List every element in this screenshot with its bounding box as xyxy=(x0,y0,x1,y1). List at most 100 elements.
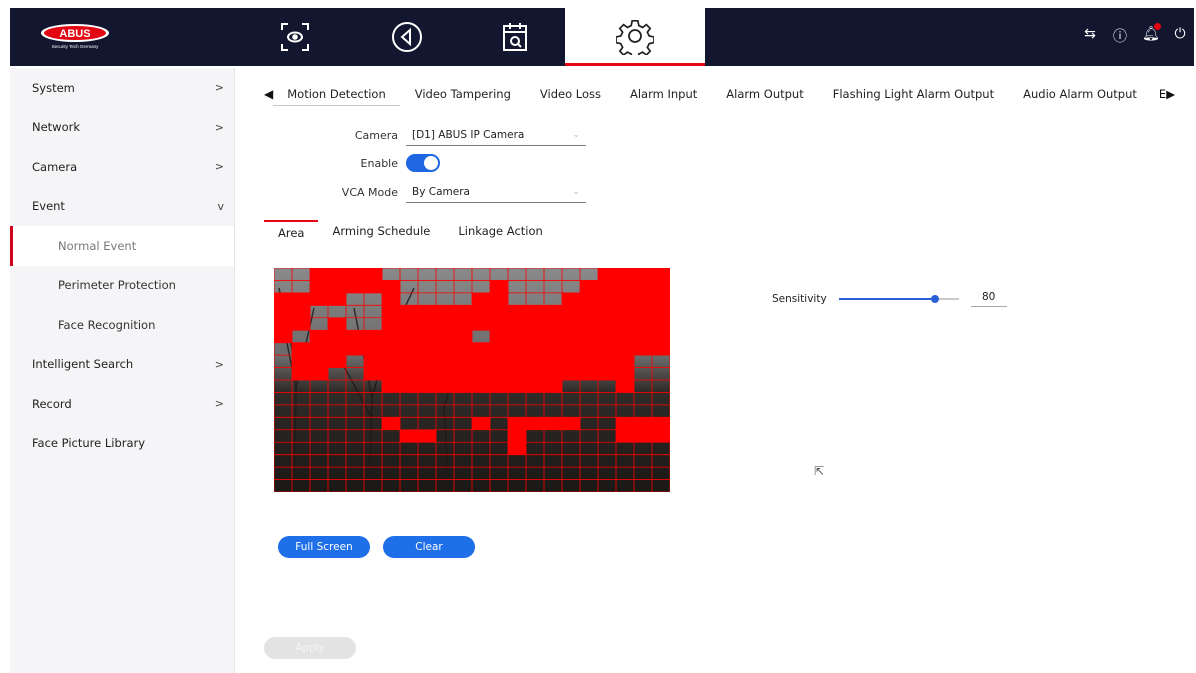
motion-cell-selected[interactable] xyxy=(490,292,509,306)
motion-cell-selected[interactable] xyxy=(436,330,455,343)
motion-cell-selected[interactable] xyxy=(328,330,347,343)
motion-cell-selected[interactable] xyxy=(652,305,670,319)
motion-cell-selected[interactable] xyxy=(310,292,329,306)
motion-cell-selected[interactable] xyxy=(328,317,347,331)
tab-alarm-output[interactable]: Alarm Output xyxy=(726,83,803,105)
subtab-arming-schedule[interactable]: Arming Schedule xyxy=(318,220,444,244)
motion-cell-selected[interactable] xyxy=(472,342,491,356)
tab-audio-alarm-output[interactable]: Audio Alarm Output xyxy=(1023,83,1137,105)
motion-cell-selected[interactable] xyxy=(616,380,635,393)
vca-mode-select[interactable]: By Camera ⌄ xyxy=(406,181,586,203)
motion-cell-selected[interactable] xyxy=(292,367,311,381)
motion-cell-selected[interactable] xyxy=(310,280,329,294)
motion-area-canvas[interactable] xyxy=(274,268,670,492)
motion-cell-selected[interactable] xyxy=(382,292,401,306)
motion-cell-selected[interactable] xyxy=(454,330,473,343)
motion-cell-selected[interactable] xyxy=(382,330,401,343)
sidebar-item-system[interactable]: System > xyxy=(10,68,234,108)
motion-cell-selected[interactable] xyxy=(328,292,347,306)
motion-cell-selected[interactable] xyxy=(526,355,545,368)
sensitivity-slider[interactable] xyxy=(838,295,959,303)
info-icon[interactable]: ⓘ xyxy=(1112,26,1128,45)
motion-cell-selected[interactable] xyxy=(490,317,509,331)
motion-cell-selected[interactable] xyxy=(544,380,563,393)
motion-cell-selected[interactable] xyxy=(526,342,545,356)
motion-cell-selected[interactable] xyxy=(652,342,670,356)
motion-cell-selected[interactable] xyxy=(598,330,617,343)
motion-cell-selected[interactable] xyxy=(544,417,563,431)
tab-alarm-input[interactable]: Alarm Input xyxy=(630,83,697,105)
power-icon[interactable]: ⏻ xyxy=(1172,26,1188,44)
motion-cell-selected[interactable] xyxy=(562,330,581,343)
motion-cell-selected[interactable] xyxy=(328,355,347,368)
motion-cell-selected[interactable] xyxy=(400,367,419,381)
motion-cell-selected[interactable] xyxy=(346,330,365,343)
motion-cell-selected[interactable] xyxy=(634,305,653,319)
transfer-icon[interactable]: ⇆ xyxy=(1082,26,1098,44)
motion-cell-selected[interactable] xyxy=(508,305,527,319)
motion-cell-selected[interactable] xyxy=(616,342,635,356)
motion-cell-selected[interactable] xyxy=(346,342,365,356)
motion-cell-selected[interactable] xyxy=(274,305,293,319)
motion-cell-selected[interactable] xyxy=(310,268,329,281)
motion-cell-selected[interactable] xyxy=(400,305,419,319)
tabs-scroll-left-icon[interactable]: ◀ xyxy=(264,87,273,101)
motion-cell-selected[interactable] xyxy=(526,367,545,381)
sidebar-item-perimeter-protection[interactable]: Perimeter Protection xyxy=(10,266,234,306)
motion-cell-selected[interactable] xyxy=(274,292,293,306)
motion-cell-selected[interactable] xyxy=(562,367,581,381)
motion-cell-selected[interactable] xyxy=(436,317,455,331)
playback-icon[interactable] xyxy=(367,8,447,66)
motion-cell-selected[interactable] xyxy=(598,342,617,356)
motion-cell-selected[interactable] xyxy=(598,280,617,294)
motion-cell-selected[interactable] xyxy=(508,355,527,368)
motion-cell-selected[interactable] xyxy=(526,380,545,393)
motion-cell-selected[interactable] xyxy=(400,317,419,331)
motion-cell-selected[interactable] xyxy=(400,355,419,368)
motion-cell-selected[interactable] xyxy=(544,330,563,343)
motion-cell-selected[interactable] xyxy=(562,355,581,368)
camera-select[interactable]: [D1] ABUS IP Camera ⌄ xyxy=(406,124,586,146)
motion-cell-selected[interactable] xyxy=(544,367,563,381)
motion-cell-selected[interactable] xyxy=(328,268,347,281)
motion-cell-selected[interactable] xyxy=(436,342,455,356)
motion-cell-selected[interactable] xyxy=(634,292,653,306)
motion-cell-selected[interactable] xyxy=(328,280,347,294)
motion-cell-selected[interactable] xyxy=(652,268,670,281)
motion-cell-selected[interactable] xyxy=(364,355,383,368)
motion-cell-selected[interactable] xyxy=(580,367,599,381)
motion-cell-selected[interactable] xyxy=(616,305,635,319)
calendar-icon[interactable] xyxy=(475,8,555,66)
motion-cell-selected[interactable] xyxy=(400,330,419,343)
motion-cell-selected[interactable] xyxy=(418,317,437,331)
motion-cell-selected[interactable] xyxy=(562,292,581,306)
motion-cell-selected[interactable] xyxy=(454,355,473,368)
enable-toggle[interactable] xyxy=(406,154,440,172)
motion-cell-selected[interactable] xyxy=(508,380,527,393)
motion-cell-selected[interactable] xyxy=(526,417,545,431)
motion-cell-selected[interactable] xyxy=(490,367,509,381)
motion-cell-selected[interactable] xyxy=(508,417,527,431)
tab-video-loss[interactable]: Video Loss xyxy=(540,83,601,105)
motion-cell-selected[interactable] xyxy=(454,317,473,331)
full-screen-button[interactable]: Full Screen xyxy=(278,536,370,558)
motion-cell-selected[interactable] xyxy=(616,429,635,443)
motion-cell-selected[interactable] xyxy=(454,367,473,381)
sidebar-item-event[interactable]: Event v xyxy=(10,187,234,227)
motion-cell-selected[interactable] xyxy=(544,305,563,319)
motion-cell-selected[interactable] xyxy=(418,342,437,356)
sidebar-item-intelligent-search[interactable]: Intelligent Search > xyxy=(10,345,234,385)
motion-cell-selected[interactable] xyxy=(382,342,401,356)
motion-cell-selected[interactable] xyxy=(652,417,670,431)
motion-cell-selected[interactable] xyxy=(400,429,419,443)
motion-cell-selected[interactable] xyxy=(508,367,527,381)
motion-cell-selected[interactable] xyxy=(400,380,419,393)
motion-cell-selected[interactable] xyxy=(310,330,329,343)
motion-cell-selected[interactable] xyxy=(652,292,670,306)
motion-cell-selected[interactable] xyxy=(364,280,383,294)
motion-cell-selected[interactable] xyxy=(382,380,401,393)
sensitivity-value[interactable]: 80 xyxy=(970,291,1007,307)
motion-cell-selected[interactable] xyxy=(580,292,599,306)
motion-cell-selected[interactable] xyxy=(634,417,653,431)
motion-cell-selected[interactable] xyxy=(508,330,527,343)
